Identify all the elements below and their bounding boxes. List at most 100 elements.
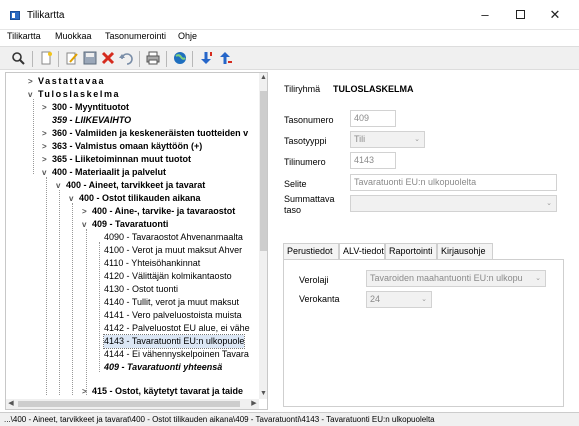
menu-ohje[interactable]: Ohje <box>178 31 197 41</box>
description-label: Selite <box>284 179 307 189</box>
tree-leaf[interactable]: 4142 - Palveluostot EU alue, ei vähe <box>104 322 250 335</box>
new-document-icon[interactable] <box>38 51 54 67</box>
tree-vertical-scrollbar[interactable]: ▲ ▼ <box>259 73 267 399</box>
scroll-thumb[interactable] <box>18 401 240 407</box>
toolbar-separator <box>32 51 33 67</box>
chevron-down-icon: ⌄ <box>414 136 420 143</box>
account-number-field[interactable]: 4143 <box>350 152 396 169</box>
menu-bar: Tilikartta Muokkaa Tasonumerointi Ohje <box>0 30 579 44</box>
tree-leaf[interactable]: 4120 - Välittäjän kolmikantaosto <box>104 270 232 283</box>
maximize-button[interactable] <box>505 6 535 24</box>
app-icon <box>10 11 20 20</box>
summing-level-label: Summattava <box>284 194 335 204</box>
window-title: Tilikartta <box>27 10 65 21</box>
chevron-down-icon: ⌄ <box>535 275 541 282</box>
scroll-thumb[interactable] <box>260 91 267 251</box>
tree-node[interactable]: 409 - Tavaratuonti yhteensä <box>104 361 222 374</box>
save-icon[interactable] <box>82 51 98 67</box>
close-button[interactable]: ✕ <box>540 6 570 24</box>
tree-guide-line <box>72 203 73 395</box>
menu-tilikartta[interactable]: Tilikartta <box>7 31 41 41</box>
account-group-label: Tiliryhmä <box>284 84 321 94</box>
collapse-icon[interactable]: v <box>56 179 66 192</box>
collapse-icon[interactable]: v <box>82 218 92 231</box>
expand-icon[interactable]: > <box>42 153 52 166</box>
tree-leaf[interactable]: 4100 - Verot ja muut maksut Ahver <box>104 244 242 257</box>
tree-node[interactable]: >363 - Valmistus omaan käyttöön (+) <box>42 140 202 153</box>
edit-icon[interactable] <box>64 51 80 67</box>
minimize-button[interactable]: – <box>470 6 500 24</box>
tree-leaf[interactable]: 4090 - Tavaraostot Ahvenanmaalta <box>104 231 243 244</box>
menu-muokkaa[interactable]: Muokkaa <box>55 31 92 41</box>
tree-leaf[interactable]: 4110 - Yhteisöhankinnat <box>104 257 200 270</box>
tab-alv-tiedot[interactable]: ALV-tiedot <box>339 243 385 260</box>
tree-leaf[interactable]: 4130 - Ostot tuonti <box>104 283 178 296</box>
collapse-icon[interactable]: v <box>69 192 79 205</box>
expand-icon[interactable]: > <box>42 101 52 114</box>
collapse-icon[interactable]: v <box>28 88 38 101</box>
toolbar <box>0 46 579 70</box>
tree-node[interactable]: v 400 - Materiaalit ja palvelut <box>42 166 166 179</box>
account-number-label: Tilinumero <box>284 157 326 167</box>
expand-icon[interactable]: > <box>28 75 38 88</box>
maximize-icon <box>515 10 525 19</box>
search-icon[interactable] <box>10 51 26 67</box>
toolbar-separator <box>58 51 59 67</box>
menu-tasonumerointi[interactable]: Tasonumerointi <box>105 31 166 41</box>
alv-tab-content: Verolaji Tavaroiden maahantuonti EU:n ul… <box>283 259 564 407</box>
level-number-label: Tasonumero <box>284 115 334 125</box>
move-up-icon[interactable] <box>217 51 233 67</box>
delete-icon[interactable] <box>100 51 116 67</box>
account-tree[interactable]: > Vastattavaa v Tuloslaskelma >300 - Myynt… <box>5 72 268 410</box>
toolbar-separator <box>166 51 167 67</box>
summing-level-label-2: taso <box>284 205 302 215</box>
tree-node[interactable]: v Tuloslaskelma <box>28 88 120 101</box>
expand-icon[interactable]: > <box>82 387 92 396</box>
move-down-icon[interactable] <box>198 51 214 67</box>
tree-node[interactable]: >365 - Liiketoiminnan muut tuotot <box>42 153 191 166</box>
expand-icon[interactable]: > <box>42 140 52 153</box>
title-bar: Tilikartta – ✕ <box>0 0 579 30</box>
tree-horizontal-scrollbar[interactable]: ◀ ▶ <box>6 399 259 409</box>
tree-node[interactable]: 359 - LIIKEVAIHTO <box>42 114 131 127</box>
collapse-icon[interactable]: v <box>42 166 52 179</box>
scroll-up-icon[interactable]: ▲ <box>259 73 267 83</box>
scroll-down-icon[interactable]: ▼ <box>259 389 267 399</box>
tree-node[interactable]: v 400 - Aineet, tarvikkeet ja tavarat <box>56 179 205 192</box>
description-field[interactable]: Tavaratuonti EU:n ulkopuolelta <box>350 174 557 191</box>
tree-node[interactable]: >300 - Myyntituotot <box>42 101 129 114</box>
status-bar-path: ...\400 - Aineet, tarvikkeet ja tavarat\… <box>0 412 579 426</box>
tree-leaf[interactable]: 4141 - Vero palveluostoista muista <box>104 309 242 322</box>
tree-node[interactable]: >360 - Valmiiden ja keskeneräisten tuott… <box>42 127 248 140</box>
tree-node[interactable]: v 400 - Ostot tilikauden aikana <box>69 192 201 205</box>
tree-node[interactable]: >415 - Ostot, käytetyt tavarat ja taide <box>82 387 243 397</box>
scroll-right-icon[interactable]: ▶ <box>249 399 259 409</box>
level-number-field[interactable]: 409 <box>350 110 396 127</box>
tax-type-label: Verolaji <box>299 275 329 285</box>
tax-rate-label: Verokanta <box>299 294 340 304</box>
toolbar-separator <box>192 51 193 67</box>
tree-guide-line <box>99 242 100 372</box>
undo-icon[interactable] <box>118 51 134 67</box>
expand-icon[interactable]: > <box>82 205 92 218</box>
tax-type-select[interactable]: Tavaroiden maahantuonti EU:n ulkopu ⌄ <box>366 270 546 287</box>
tree-node[interactable]: > Vastattavaa <box>28 75 105 88</box>
tax-rate-select[interactable]: 24 ⌄ <box>366 291 432 308</box>
tree-leaf[interactable]: 4144 - Ei vähennyskelpoinen Tavara <box>104 348 249 361</box>
account-details-panel: Tiliryhmä TULOSLASKELMA Tasonumero 409 T… <box>275 72 575 410</box>
globe-icon[interactable] <box>172 51 188 67</box>
tree-node[interactable]: v 409 - Tavaratuonti <box>82 218 168 231</box>
tree-leaf-selected[interactable]: 4143 - Tavaratuonti EU:n ulkopuole <box>102 334 246 349</box>
tree-guide-line <box>86 229 87 395</box>
tab-perustiedot[interactable]: Perustiedot <box>283 243 339 260</box>
tree-node[interactable]: >400 - Aine-, tarvike- ja tavaraostot <box>82 205 235 218</box>
tree-leaf[interactable]: 4140 - Tullit, verot ja muut maksut <box>104 296 239 309</box>
tab-kirjausohje[interactable]: Kirjausohje <box>437 243 493 260</box>
summing-level-select[interactable]: ⌄ <box>350 195 557 212</box>
scroll-left-icon[interactable]: ◀ <box>6 399 16 409</box>
level-type-select[interactable]: Tili ⌄ <box>350 131 425 148</box>
expand-icon[interactable]: > <box>42 127 52 140</box>
tab-raportointi[interactable]: Raportointi <box>385 243 437 260</box>
level-type-label: Tasotyyppi <box>284 136 327 146</box>
print-icon[interactable] <box>145 51 161 67</box>
